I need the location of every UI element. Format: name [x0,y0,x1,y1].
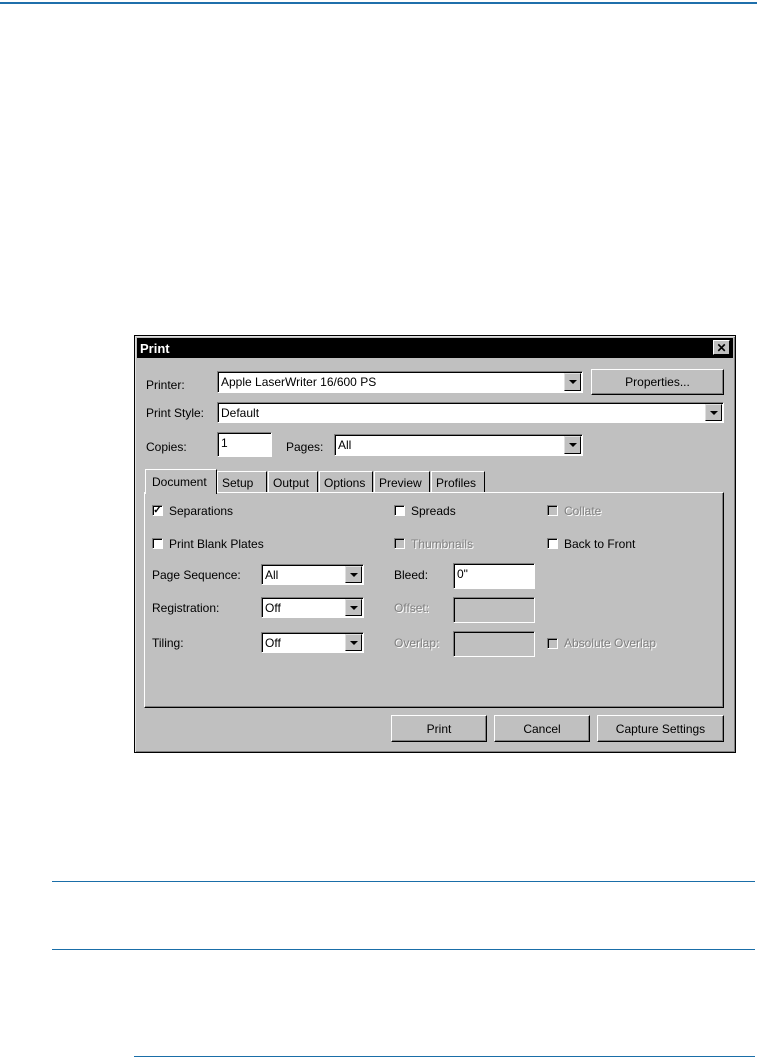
printer-dropdown[interactable]: Apple LaserWriter 16/600 PS [217,371,583,393]
top-rule [0,2,757,4]
page-sequence-dropdown[interactable]: All [261,564,364,585]
copies-label: Copies: [146,440,187,454]
copies-value: 1 [221,436,228,450]
thumbnails-checkbox[interactable] [394,538,405,549]
spreads-label: Spreads [411,504,456,518]
tab-output[interactable]: Output [268,471,318,493]
spreads-checkbox[interactable] [394,505,405,516]
registration-label: Registration: [152,601,220,615]
back-to-front-checkbox[interactable] [547,538,558,549]
tab-document[interactable]: Document [145,469,217,494]
print-style-label: Print Style: [146,406,205,420]
print-style-dropdown[interactable]: Default [217,402,724,423]
close-icon: ✕ [716,341,727,355]
collate-label: Collate [564,504,602,518]
cancel-button[interactable]: Cancel [494,715,590,742]
printer-value: Apple LaserWriter 16/600 PS [221,375,377,389]
tiling-dropdown[interactable]: Off [261,632,364,653]
capture-settings-button[interactable]: Capture Settings [597,715,724,742]
back-to-front-label: Back to Front [564,537,636,551]
divider-rule [52,881,755,882]
chevron-down-icon[interactable] [345,634,362,651]
page-sequence-label: Page Sequence: [152,568,241,582]
absolute-overlap-label: Absolute Overlap [564,636,657,650]
checkmark-icon: ✓ [153,505,162,516]
tiling-label: Tiling: [152,636,184,650]
registration-value: Off [265,601,281,615]
tab-profiles[interactable]: Profiles [431,471,485,493]
separations-label: Separations [169,504,234,518]
pages-label: Pages: [286,440,324,454]
divider-rule [52,949,755,950]
chevron-down-icon[interactable] [564,436,581,454]
printer-label: Printer: [146,378,185,392]
pages-dropdown[interactable]: All [334,434,583,456]
absolute-overlap-checkbox[interactable] [547,638,558,649]
overlap-input[interactable] [453,631,535,657]
page-sequence-value: All [265,568,279,582]
dialog-title: Print [140,341,170,356]
thumbnails-label: Thumbnails [411,537,474,551]
overlap-label: Overlap: [394,636,440,650]
chevron-down-icon[interactable] [564,373,581,391]
bleed-input[interactable]: 0" [453,563,535,589]
tab-preview[interactable]: Preview [374,471,430,493]
print-blank-plates-checkbox[interactable] [152,538,163,549]
chevron-down-icon[interactable] [345,566,362,583]
print-blank-plates-label: Print Blank Plates [169,537,264,551]
tab-options[interactable]: Options [319,471,373,493]
document-tab-panel [144,492,724,708]
tiling-value: Off [265,636,281,650]
bleed-value: 0" [457,567,468,581]
collate-checkbox[interactable] [547,505,558,516]
chevron-down-icon[interactable] [705,404,722,421]
properties-button[interactable]: Properties... [591,369,724,395]
print-style-value: Default [221,406,260,420]
pages-value: All [338,438,352,452]
close-button[interactable]: ✕ [713,340,730,355]
offset-input[interactable] [453,597,535,623]
offset-label: Offset: [394,601,430,615]
separations-checkbox[interactable]: ✓ [152,505,163,516]
copies-input[interactable]: 1 [217,432,272,457]
chevron-down-icon[interactable] [345,599,362,616]
title-bar: Print ✕ [137,338,733,358]
registration-dropdown[interactable]: Off [261,597,364,618]
tab-setup[interactable]: Setup [217,471,267,493]
print-button[interactable]: Print [391,715,487,742]
bleed-label: Bleed: [394,568,429,582]
print-dialog: Print ✕ Printer: Apple LaserWriter 16/60… [134,335,736,753]
